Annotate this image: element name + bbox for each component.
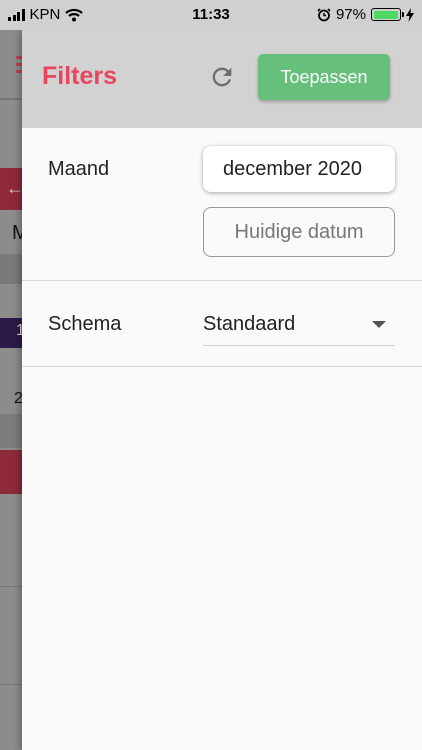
background-band [0,414,22,448]
battery-icon [371,8,404,21]
schema-dropdown[interactable]: Standaard [203,308,395,346]
arrow-left-icon: ← [6,178,22,198]
background-nav-bar: ← [0,168,22,210]
background-divider [0,684,22,685]
background-band [0,254,22,284]
background-red-row [0,450,22,494]
background-letter: M [12,222,22,244]
apply-button[interactable]: Toepassen [258,54,390,100]
background-purple-row: 1 [0,318,22,348]
refresh-icon[interactable] [208,63,236,91]
background-divider [0,98,22,100]
schema-label: Schema [48,313,122,335]
battery-percentage: 97% [335,6,366,23]
background-app[interactable]: ← M 1 2 [0,0,22,750]
month-picker-field[interactable]: december 2020 [203,146,395,192]
current-date-button[interactable]: Huidige datum [203,207,395,257]
filters-drawer: Filters Toepassen Maand december 2020 Hu… [22,30,422,750]
background-row-text: 2 [14,390,22,407]
drawer-header: Filters Toepassen [22,30,422,128]
charging-icon [406,7,414,22]
caret-down-icon [372,321,386,328]
status-right: 97% [317,6,414,23]
hamburger-menu-icon [0,56,22,76]
month-value: december 2020 [223,157,362,180]
background-divider [0,586,22,587]
page-title: Filters [42,62,118,90]
divider [22,366,422,367]
alarm-icon [317,7,331,21]
battery-fill [373,10,398,19]
month-label: Maand [48,158,110,180]
status-bar: KPN 11:33 97% [0,0,422,30]
divider [22,280,422,281]
schema-selected-value: Standaard [203,313,296,335]
